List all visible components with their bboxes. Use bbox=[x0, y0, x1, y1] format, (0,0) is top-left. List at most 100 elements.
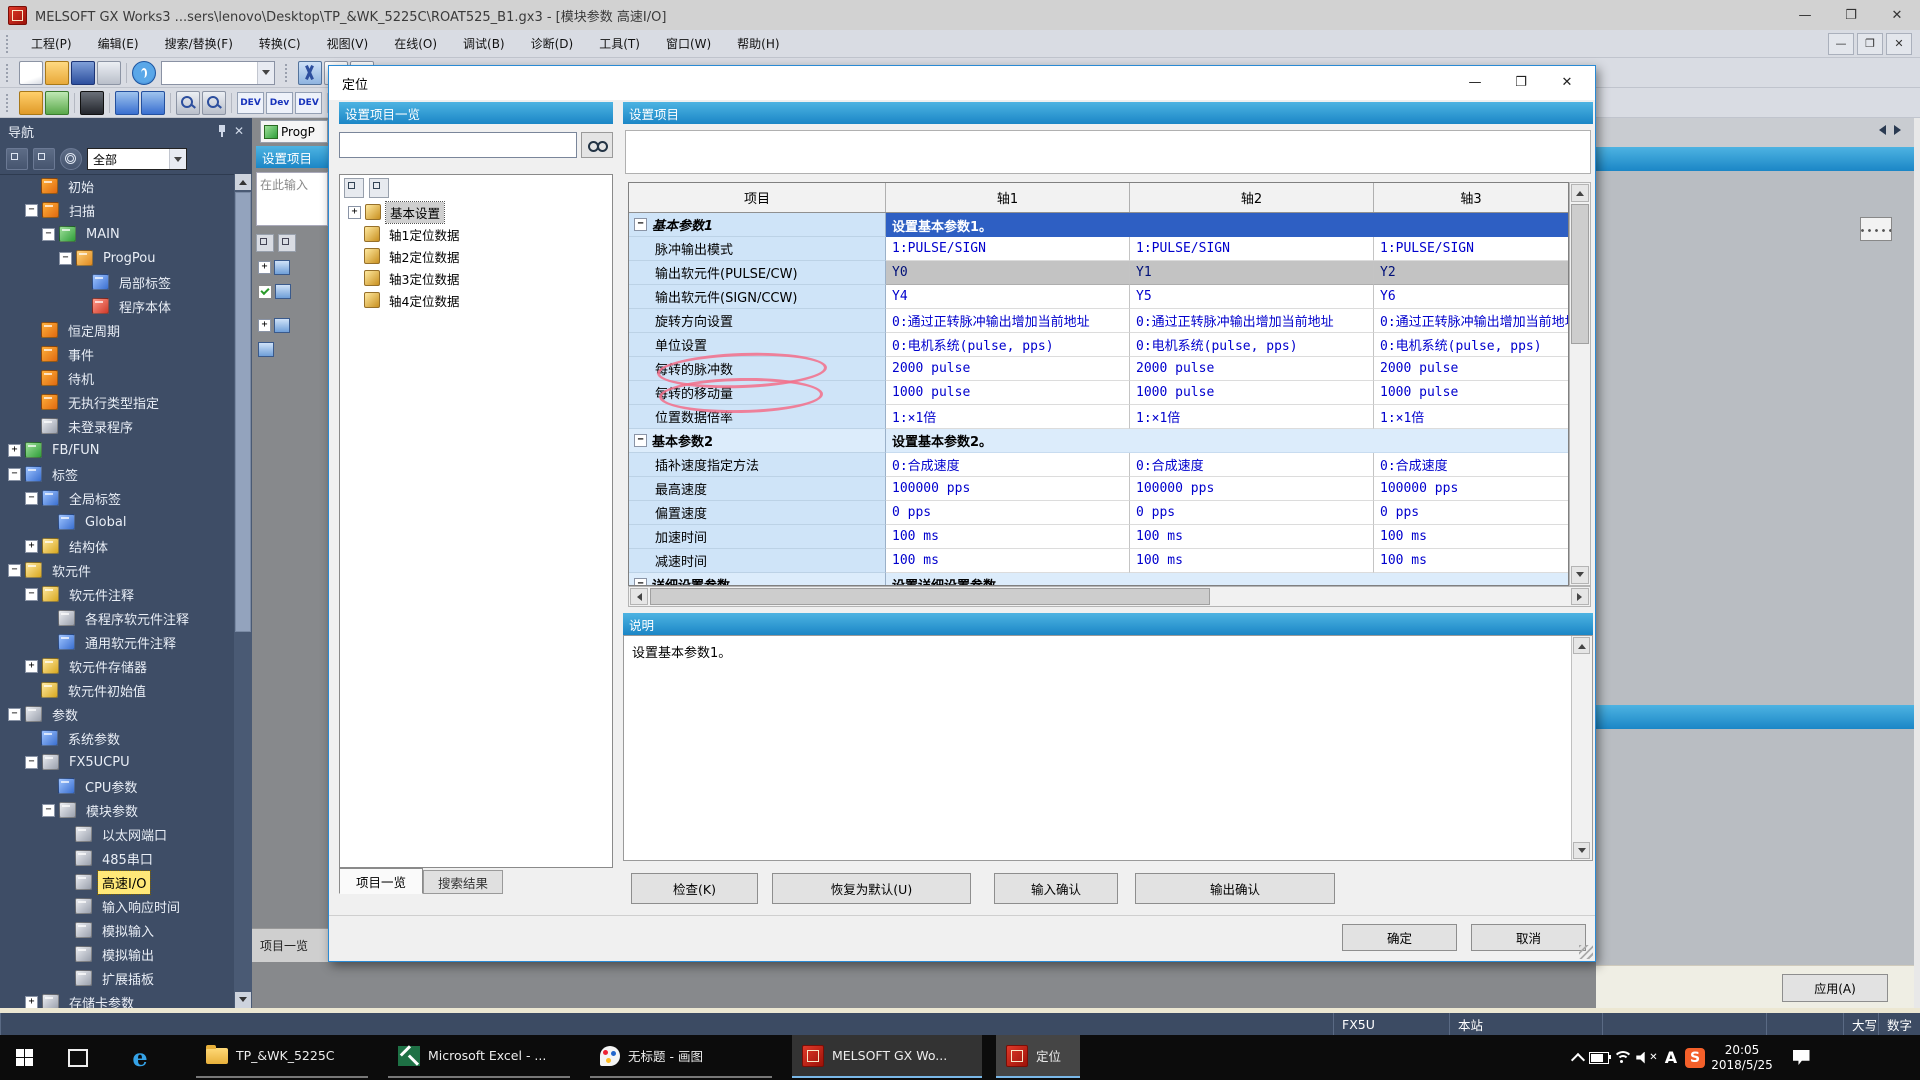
value-cell-axis2[interactable]: 0:通过正转脉冲输出增加当前地址 bbox=[1130, 309, 1374, 333]
value-cell-axis3[interactable]: 100 ms bbox=[1374, 525, 1568, 549]
value-cell-axis2[interactable]: Y1 bbox=[1130, 261, 1374, 285]
cancel-button[interactable]: 取消 bbox=[1471, 924, 1586, 951]
axis-tree-item[interactable] bbox=[258, 342, 274, 357]
table-vertical-scrollbar[interactable] bbox=[1569, 182, 1591, 586]
nav-tree-item[interactable]: 程序本体 bbox=[0, 294, 234, 318]
help-icon[interactable] bbox=[132, 61, 156, 85]
group-description-cell[interactable]: 设置基本参数2。 bbox=[886, 429, 1568, 453]
row-label-cell[interactable]: 每转的移动量 bbox=[629, 381, 886, 405]
value-cell-axis1[interactable]: 0:电机系统(pulse, pps) bbox=[886, 333, 1130, 357]
search-input[interactable] bbox=[339, 132, 577, 158]
row-label-cell[interactable]: 输出软元件(PULSE/CW) bbox=[629, 261, 886, 285]
collapse-all-icon[interactable] bbox=[344, 178, 364, 198]
battery-indicator[interactable] bbox=[1586, 1035, 1612, 1080]
device-display-icon[interactable]: Dev bbox=[266, 92, 293, 114]
setting-tree-item[interactable]: 轴2定位数据 bbox=[340, 245, 612, 267]
toolbar-grip[interactable] bbox=[285, 64, 291, 82]
scroll-down-icon[interactable] bbox=[1573, 842, 1590, 859]
find-icon[interactable] bbox=[176, 91, 200, 115]
value-cell-axis2[interactable]: 0:合成速度 bbox=[1130, 453, 1374, 477]
value-cell-axis1[interactable]: 1000 pulse bbox=[886, 381, 1130, 405]
value-cell-axis3[interactable]: Y6 bbox=[1374, 285, 1568, 309]
menu-item-2[interactable]: 搜索/替换(F) bbox=[152, 30, 246, 57]
find-button[interactable] bbox=[581, 132, 613, 158]
new-project-icon[interactable] bbox=[19, 61, 43, 85]
device-batch-icon[interactable]: DEV bbox=[295, 92, 322, 114]
row-label-cell[interactable]: 最高速度 bbox=[629, 477, 886, 501]
search-hint-box[interactable]: 在此输入 bbox=[256, 172, 328, 226]
value-cell-axis2[interactable]: 100 ms bbox=[1130, 525, 1374, 549]
scrollbar-thumb[interactable] bbox=[650, 588, 1210, 605]
column-header-2[interactable]: 轴2 bbox=[1130, 183, 1374, 212]
task-view-button[interactable] bbox=[58, 1035, 98, 1080]
nav-tree-item[interactable]: 恒定周期 bbox=[0, 318, 234, 342]
value-cell-axis3[interactable]: 100000 pps bbox=[1374, 477, 1568, 501]
expand-all-icon[interactable] bbox=[369, 178, 389, 198]
expand-toggle-icon[interactable]: − bbox=[8, 468, 21, 481]
save-project-icon[interactable] bbox=[71, 61, 95, 85]
nav-tree-item[interactable]: −软元件 bbox=[0, 558, 234, 582]
collapse-icon[interactable]: − bbox=[634, 434, 647, 447]
dialog-button-2[interactable]: 输入确认 bbox=[994, 873, 1118, 904]
row-label-cell[interactable]: 插补速度指定方法 bbox=[629, 453, 886, 477]
value-cell-axis2[interactable]: 0:电机系统(pulse, pps) bbox=[1130, 333, 1374, 357]
value-cell-axis3[interactable]: 1:×1倍 bbox=[1374, 405, 1568, 429]
nav-tree-item[interactable]: −ProgPou bbox=[0, 246, 234, 270]
scroll-down-icon[interactable] bbox=[1571, 566, 1589, 584]
find-replace-icon[interactable] bbox=[202, 91, 226, 115]
nav-tree-item[interactable]: 模拟输入 bbox=[0, 918, 234, 942]
description-scrollbar[interactable] bbox=[1571, 636, 1592, 860]
more-options-button[interactable] bbox=[1860, 217, 1892, 241]
sogou-input-indicator[interactable]: S bbox=[1682, 1035, 1708, 1080]
scrollbar-thumb[interactable] bbox=[1571, 204, 1589, 344]
scroll-right-icon[interactable] bbox=[1571, 588, 1589, 605]
expand-tree-icon[interactable] bbox=[278, 234, 296, 252]
expand-toggle-icon[interactable]: − bbox=[25, 756, 38, 769]
nav-tree-item[interactable]: +软元件存储器 bbox=[0, 654, 234, 678]
gear-icon[interactable] bbox=[60, 148, 82, 170]
nav-tree-item[interactable]: −全局标签 bbox=[0, 486, 234, 510]
dialog-close-button[interactable]: ✕ bbox=[1544, 68, 1590, 96]
edge-browser-button[interactable]: e bbox=[118, 1035, 162, 1080]
taskbar-button-gxworks[interactable]: MELSOFT GX Wo... bbox=[792, 1035, 982, 1078]
value-cell-axis2[interactable]: Y5 bbox=[1130, 285, 1374, 309]
value-cell-axis1[interactable]: 1:×1倍 bbox=[886, 405, 1130, 429]
value-cell-axis3[interactable]: 0:通过正转脉冲输出增加当前地址 bbox=[1374, 309, 1568, 333]
row-label-cell[interactable]: 位置数据倍率 bbox=[629, 405, 886, 429]
menu-item-10[interactable]: 帮助(H) bbox=[724, 30, 792, 57]
menu-item-5[interactable]: 在线(O) bbox=[381, 30, 450, 57]
nav-tree-item[interactable]: 系统参数 bbox=[0, 726, 234, 750]
mdi-close-button[interactable]: ✕ bbox=[1886, 33, 1912, 55]
expand-toggle-icon[interactable]: − bbox=[25, 492, 38, 505]
menu-item-1[interactable]: 编辑(E) bbox=[85, 30, 152, 57]
chevron-down-icon[interactable] bbox=[169, 149, 186, 169]
minimize-button[interactable]: — bbox=[1782, 0, 1828, 30]
expand-tree-icon[interactable] bbox=[33, 148, 55, 170]
nav-tree-item[interactable]: 高速I/O bbox=[0, 870, 234, 894]
taskbar-button-positioning[interactable]: 定位 bbox=[996, 1035, 1080, 1078]
value-cell-axis2[interactable]: 0 pps bbox=[1130, 501, 1374, 525]
column-header-0[interactable]: 项目 bbox=[629, 183, 886, 212]
dialog-button-1[interactable]: 恢复为默认(U) bbox=[772, 873, 971, 904]
wifi-indicator[interactable] bbox=[1610, 1035, 1634, 1080]
value-cell-axis2[interactable]: 100 ms bbox=[1130, 549, 1374, 573]
setting-tree-item[interactable]: 轴3定位数据 bbox=[340, 267, 612, 289]
scroll-up-icon[interactable] bbox=[1571, 184, 1589, 202]
volume-indicator[interactable]: ✕ bbox=[1634, 1035, 1660, 1080]
nav-tree-item[interactable]: 待机 bbox=[0, 366, 234, 390]
setting-tree-item[interactable]: 轴4定位数据 bbox=[340, 289, 612, 311]
row-label-cell[interactable]: 输出软元件(SIGN/CCW) bbox=[629, 285, 886, 309]
group-description-cell[interactable]: 设置详细设置参数。 bbox=[886, 573, 1568, 586]
dock-window-icon[interactable] bbox=[45, 91, 69, 115]
expand-toggle-icon[interactable]: − bbox=[42, 228, 55, 241]
value-cell-axis1[interactable]: 0:通过正转脉冲输出增加当前地址 bbox=[886, 309, 1130, 333]
value-cell-axis2[interactable]: 1:×1倍 bbox=[1130, 405, 1374, 429]
value-cell-axis3[interactable]: 100 ms bbox=[1374, 549, 1568, 573]
item-list-tab-label[interactable]: 项目一览 bbox=[260, 937, 308, 954]
chevron-down-icon[interactable] bbox=[257, 62, 274, 84]
tab-item-list[interactable]: 项目一览 bbox=[339, 868, 423, 894]
nav-tree-item[interactable]: 无执行类型指定 bbox=[0, 390, 234, 414]
open-project-icon[interactable] bbox=[45, 61, 69, 85]
close-button[interactable]: ✕ bbox=[1874, 0, 1920, 30]
group-description-cell[interactable]: 设置基本参数1。 bbox=[886, 213, 1568, 237]
